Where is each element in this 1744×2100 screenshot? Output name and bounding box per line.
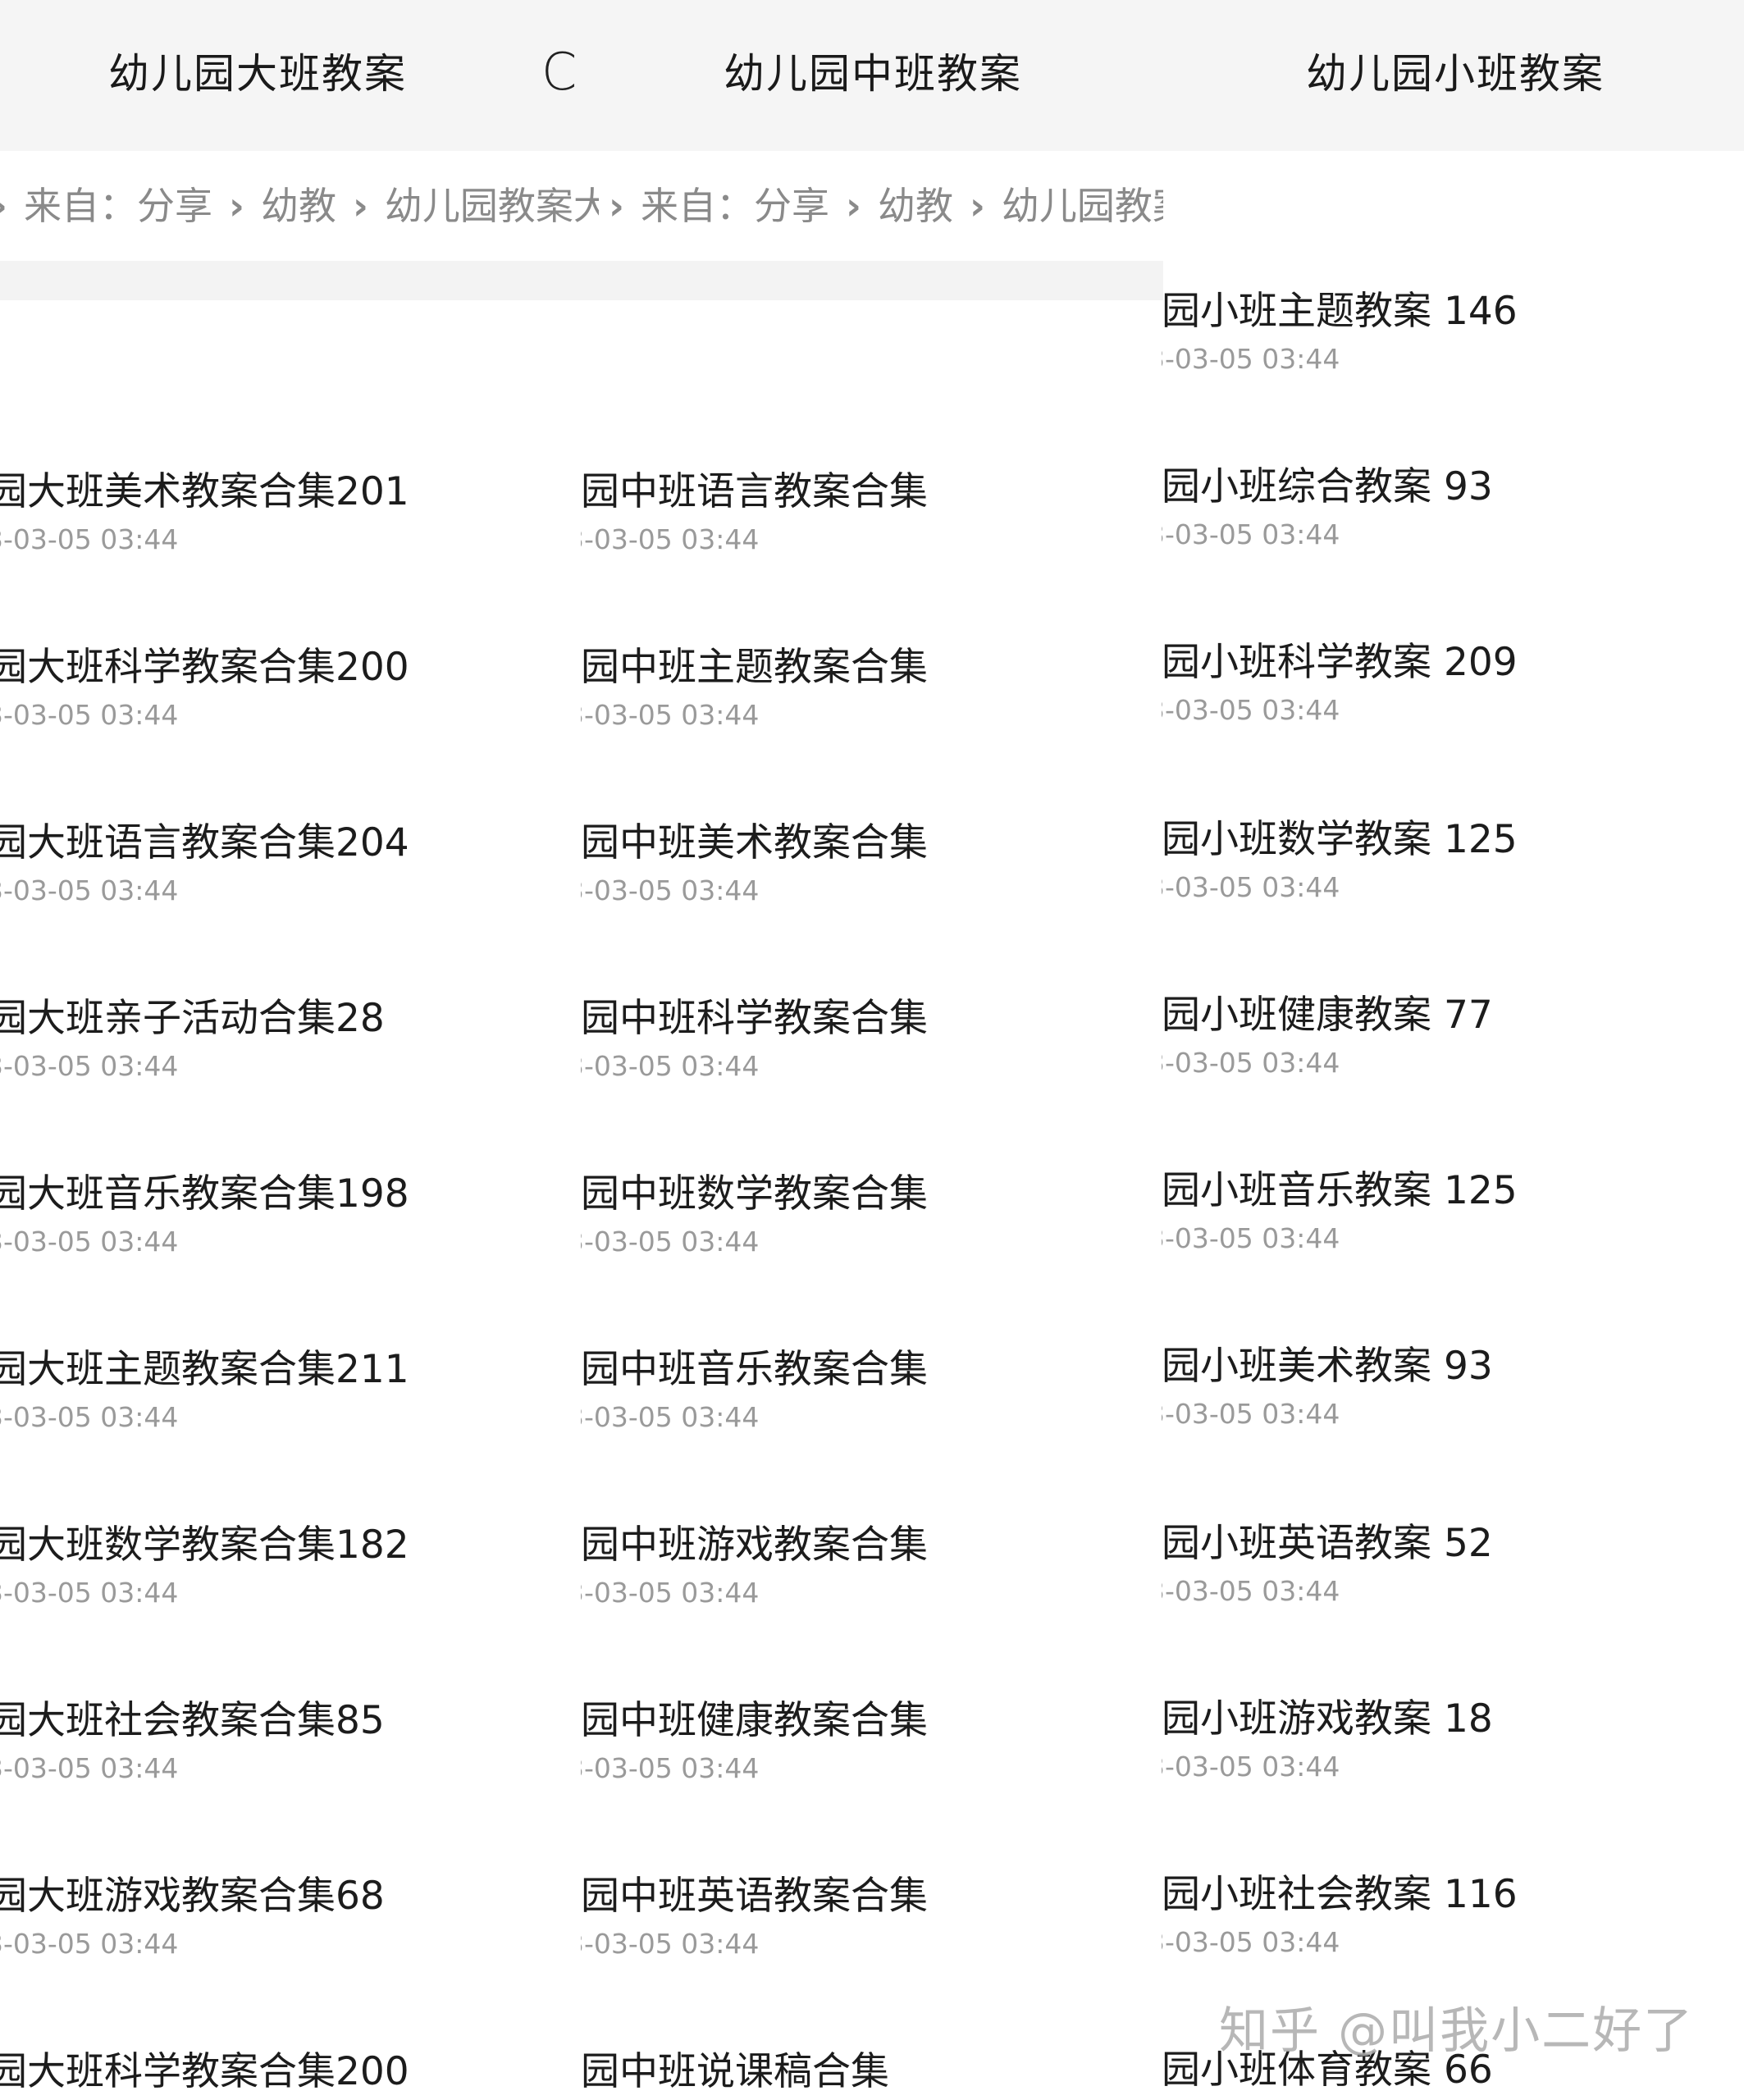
- list-item[interactable]: 幼儿园小班社会教案 116 2023-03-05 03:44: [1162, 1869, 1744, 1975]
- item-title: 幼儿园大班数学教案合集182: [0, 1522, 409, 1568]
- item-time: 2023-03-05 03:44: [1162, 1926, 1340, 1958]
- item-time: 2023-03-05 03:44: [581, 699, 760, 731]
- list-item[interactable]: 幼儿园大班科学教案合集200: [0, 2046, 581, 2100]
- list-item[interactable]: 幼儿园中班美术教案合集 2023-03-05 03:44: [581, 817, 1162, 924]
- item-time: 2023-03-05 03:44: [0, 523, 179, 555]
- item-title: 幼儿园中班音乐教案合集: [581, 1347, 928, 1392]
- item-time: 2023-03-05 03:44: [0, 1752, 179, 1784]
- item-title: 幼儿园大班主题教案合集211: [0, 1347, 409, 1392]
- item-title: 幼儿园中班游戏教案合集: [581, 1522, 928, 1568]
- item-title: 幼儿园大班语言教案合集204: [0, 820, 409, 865]
- item-time: 2023-03-05 03:44: [1162, 1398, 1340, 1430]
- item-title: 幼儿园大班社会教案合集85: [0, 1698, 385, 1743]
- item-title: 幼儿园大班音乐教案合集198: [0, 1171, 409, 1217]
- item-title: 幼儿园小班游戏教案 18: [1162, 1696, 1493, 1742]
- item-title: 幼儿园中班数学教案合集: [581, 1171, 928, 1217]
- list-item[interactable]: 幼儿园中班数学教案合集 2023-03-05 03:44: [581, 1168, 1162, 1275]
- list-item[interactable]: 幼儿园大班亲子活动合集28 2023-03-05 03:44: [0, 993, 581, 1099]
- item-time: 2023-03-05 03:44: [1162, 1047, 1340, 1079]
- item-time: 2023-03-05 03:44: [0, 874, 179, 906]
- item-title: 幼儿园小班主题教案 146: [1162, 289, 1518, 334]
- item-time: 2023-03-05 03:44: [581, 1752, 760, 1784]
- watermark: 知乎 @叫我小二好了: [1219, 2002, 1695, 2060]
- item-time: 2023-03-05 03:44: [581, 523, 760, 555]
- list-item[interactable]: 幼儿园中班科学教案合集 2023-03-05 03:44: [581, 993, 1162, 1099]
- item-title: 幼儿园小班综合教案 93: [1162, 464, 1493, 509]
- item-title: 幼儿园中班科学教案合集: [581, 996, 928, 1041]
- item-time: 2023-03-05 03:44: [0, 1577, 179, 1609]
- item-title: 幼儿园大班科学教案合集200: [0, 645, 409, 690]
- list-item[interactable]: 幼儿园小班主题教案 146 2023-03-05 03:44: [1162, 285, 1744, 392]
- item-time: 2023-03-05 03:44: [1162, 343, 1340, 375]
- list-item[interactable]: 幼儿园中班说课稿合集: [581, 2046, 1162, 2100]
- item-time: 2023-03-05 03:44: [1162, 871, 1340, 903]
- item-title: 幼儿园大班美术教案合集201: [0, 469, 409, 514]
- list-item[interactable]: 幼儿园中班主题教案合集 2023-03-05 03:44: [581, 641, 1162, 748]
- item-time: 2023-03-05 03:44: [581, 1928, 760, 1960]
- list-item[interactable]: 幼儿园中班英语教案合集 2023-03-05 03:44: [581, 1870, 1162, 1977]
- item-time: 2023-03-05 03:44: [581, 1401, 760, 1433]
- list-item[interactable]: 幼儿园大班数学教案合集182 2023-03-05 03:44: [0, 1519, 581, 1626]
- item-title: 幼儿园中班英语教案合集: [581, 1874, 928, 1919]
- list-item[interactable]: 幼儿园大班音乐教案合集198 2023-03-05 03:44: [0, 1168, 581, 1275]
- item-time: 2023-03-05 03:44: [0, 1050, 179, 1082]
- list-item[interactable]: 幼儿园小班数学教案 125 2023-03-05 03:44: [1162, 814, 1744, 920]
- item-time: 2023-03-05 03:44: [0, 1928, 179, 1960]
- junior-class-list: 幼儿园小班主题教案 146 2023-03-05 03:44 幼儿园小班综合教案…: [1162, 0, 1744, 2100]
- list-item[interactable]: 幼儿园大班美术教案合集201 2023-03-05 03:44: [0, 466, 581, 573]
- item-title: 幼儿园小班美术教案 93: [1162, 1344, 1493, 1389]
- item-time: 2023-03-05 03:44: [0, 699, 179, 731]
- list-item[interactable]: 幼儿园大班主题教案合集211 2023-03-05 03:44: [0, 1344, 581, 1450]
- item-title: 幼儿园大班科学教案合集200: [0, 2049, 409, 2094]
- item-title: 幼儿园小班科学教案 209: [1162, 640, 1518, 685]
- item-time: 2023-03-05 03:44: [1162, 694, 1340, 726]
- item-time: 2023-03-05 03:44: [0, 1401, 179, 1433]
- item-title: 幼儿园中班健康教案合集: [581, 1698, 928, 1743]
- item-title: 幼儿园小班社会教案 116: [1162, 1872, 1518, 1917]
- list-item[interactable]: 幼儿园中班健康教案合集 2023-03-05 03:44: [581, 1695, 1162, 1801]
- item-title: 幼儿园小班健康教案 77: [1162, 993, 1493, 1038]
- list-item[interactable]: 幼儿园中班音乐教案合集 2023-03-05 03:44: [581, 1344, 1162, 1450]
- list-item[interactable]: 幼儿园小班综合教案 93 2023-03-05 03:44: [1162, 461, 1744, 568]
- list-item[interactable]: 幼儿园中班语言教案合集 2023-03-05 03:44: [581, 466, 1162, 573]
- item-time: 2023-03-05 03:44: [1162, 1575, 1340, 1607]
- senior-class-list: 幼儿园大班美术教案合集201 2023-03-05 03:44 幼儿园大班科学教…: [0, 0, 581, 2100]
- item-title: 幼儿园小班英语教案 52: [1162, 1521, 1493, 1566]
- item-title: 幼儿园小班数学教案 125: [1162, 817, 1518, 862]
- list-item[interactable]: 幼儿园大班游戏教案合集68 2023-03-05 03:44: [0, 1870, 581, 1977]
- item-title: 幼儿园中班说课稿合集: [581, 2049, 889, 2094]
- item-time: 2023-03-05 03:44: [1162, 1222, 1340, 1254]
- list-item[interactable]: 幼儿园大班语言教案合集204 2023-03-05 03:44: [0, 817, 581, 924]
- item-time: 2023-03-05 03:44: [1162, 518, 1340, 550]
- item-time: 2023-03-05 03:44: [581, 1050, 760, 1082]
- list-item[interactable]: 幼儿园小班音乐教案 125 2023-03-05 03:44: [1162, 1165, 1744, 1271]
- item-title: 幼儿园大班亲子活动合集28: [0, 996, 385, 1041]
- middle-class-list: 幼儿园中班语言教案合集 2023-03-05 03:44 幼儿园中班主题教案合集…: [581, 0, 1162, 2100]
- item-time: 2023-03-05 03:44: [581, 1577, 760, 1609]
- item-title: 幼儿园中班语言教案合集: [581, 469, 928, 514]
- list-item[interactable]: 幼儿园小班科学教案 209 2023-03-05 03:44: [1162, 637, 1744, 743]
- item-title: 幼儿园小班音乐教案 125: [1162, 1168, 1518, 1213]
- list-item[interactable]: 幼儿园小班美术教案 93 2023-03-05 03:44: [1162, 1340, 1744, 1447]
- item-title: 幼儿园大班游戏教案合集68: [0, 1874, 385, 1919]
- list-item[interactable]: 幼儿园小班英语教案 52 2023-03-05 03:44: [1162, 1518, 1744, 1624]
- list-item[interactable]: 幼儿园大班社会教案合集85 2023-03-05 03:44: [0, 1695, 581, 1801]
- item-title: 幼儿园中班主题教案合集: [581, 645, 928, 690]
- list-item[interactable]: 幼儿园小班游戏教案 18 2023-03-05 03:44: [1162, 1693, 1744, 1800]
- list-item[interactable]: 幼儿园中班游戏教案合集 2023-03-05 03:44: [581, 1519, 1162, 1626]
- list-item[interactable]: 幼儿园大班科学教案合集200 2023-03-05 03:44: [0, 641, 581, 748]
- item-title: 幼儿园中班美术教案合集: [581, 820, 928, 865]
- item-time: 2023-03-05 03:44: [581, 1226, 760, 1258]
- item-time: 2023-03-05 03:44: [581, 874, 760, 906]
- item-time: 2023-03-05 03:44: [1162, 1751, 1340, 1783]
- list-item[interactable]: 幼儿园小班健康教案 77 2023-03-05 03:44: [1162, 989, 1744, 1096]
- item-time: 2023-03-05 03:44: [0, 1226, 179, 1258]
